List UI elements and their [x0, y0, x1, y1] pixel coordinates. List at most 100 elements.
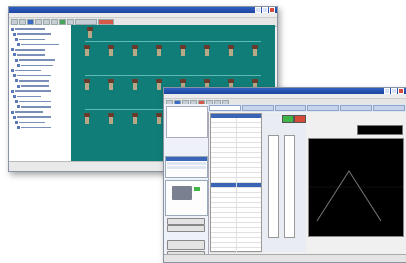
tree-item[interactable]	[11, 84, 71, 88]
tree-item[interactable]	[11, 63, 71, 67]
tab[interactable]	[274, 105, 307, 111]
tree-item-label	[17, 116, 51, 118]
tree-item[interactable]	[11, 69, 71, 73]
tree-item-label	[17, 95, 41, 98]
panel-button[interactable]	[167, 225, 205, 232]
graph-x-axis	[308, 237, 402, 242]
controller-icon[interactable]	[87, 27, 93, 38]
tree-item-label	[21, 106, 51, 108]
tree-node-icon	[15, 120, 18, 124]
tree-node-icon	[15, 79, 18, 83]
device-icon[interactable]	[180, 45, 186, 56]
trend-graph-svg	[309, 170, 403, 222]
tree-item[interactable]	[11, 126, 71, 130]
device-image	[172, 186, 192, 200]
maximize-button[interactable]	[391, 88, 397, 94]
tree-item[interactable]	[11, 53, 71, 57]
tree-item[interactable]	[11, 89, 71, 93]
tree-node-icon	[11, 27, 14, 31]
tree-item-label	[19, 80, 49, 82]
device-icon[interactable]	[132, 45, 138, 56]
tree-item[interactable]	[11, 115, 71, 119]
front-tree[interactable]	[166, 106, 208, 138]
tab[interactable]	[209, 105, 241, 111]
tree-item-label	[19, 100, 51, 103]
tree-item[interactable]	[11, 110, 71, 114]
tree-item-label	[19, 59, 55, 61]
meter-area	[262, 113, 306, 252]
tab[interactable]	[241, 105, 274, 111]
tree-item[interactable]	[11, 37, 71, 41]
tree-item-label	[19, 38, 45, 41]
tree-item[interactable]	[11, 74, 71, 78]
panel-header	[166, 157, 207, 161]
tree-item-label	[15, 69, 41, 72]
device-icon[interactable]	[204, 45, 210, 56]
device-icon[interactable]	[156, 79, 162, 90]
meter-column	[268, 135, 279, 238]
minimize-button[interactable]	[384, 88, 390, 94]
panel-row	[167, 162, 206, 165]
monitor-window-front	[163, 87, 406, 263]
device-icon[interactable]	[156, 45, 162, 56]
tab[interactable]	[373, 105, 405, 111]
graph-readout-display	[357, 125, 403, 135]
panel-button-large[interactable]	[167, 240, 205, 250]
tree-item[interactable]	[11, 100, 71, 104]
close-button[interactable]	[269, 7, 275, 13]
panel-button[interactable]	[167, 218, 205, 225]
tree-item[interactable]	[11, 48, 71, 52]
tree-item-label	[21, 126, 51, 129]
tab[interactable]	[307, 105, 340, 111]
tree-item-label	[15, 48, 45, 51]
tree-item[interactable]	[11, 79, 71, 83]
close-button[interactable]	[398, 88, 404, 94]
device-icon[interactable]	[156, 113, 162, 124]
tree-item-label	[17, 33, 51, 35]
device-tree[interactable]	[9, 25, 74, 161]
device-icon[interactable]	[84, 45, 90, 56]
tree-item-label	[15, 28, 45, 30]
tree-node-icon	[13, 94, 16, 98]
tree-node-icon	[11, 48, 14, 52]
tree-item[interactable]	[11, 94, 71, 98]
status-indicator	[194, 187, 200, 191]
tree-node-icon	[17, 84, 20, 88]
meter-column	[284, 135, 295, 238]
tree-item[interactable]	[11, 32, 71, 36]
tree-node-icon	[13, 115, 16, 119]
tab[interactable]	[340, 105, 373, 111]
front-status-bar	[164, 254, 406, 262]
device-icon[interactable]	[252, 45, 258, 56]
device-icon[interactable]	[132, 113, 138, 124]
tree-item[interactable]	[11, 105, 71, 109]
device-icon[interactable]	[132, 79, 138, 90]
tree-item[interactable]	[11, 43, 71, 47]
tree-item-label	[17, 54, 45, 56]
device-icon[interactable]	[108, 113, 114, 124]
red-status-light	[294, 115, 306, 123]
device-image-panel	[165, 180, 208, 216]
graph-series-line	[316, 170, 382, 222]
tree-node-icon	[17, 126, 20, 130]
tree-item[interactable]	[11, 120, 71, 124]
panel-row	[167, 166, 206, 169]
tree-node-icon	[11, 89, 14, 93]
maximize-button[interactable]	[262, 7, 268, 13]
device-icon[interactable]	[108, 45, 114, 56]
device-icon[interactable]	[84, 79, 90, 90]
tree-item-label	[21, 43, 59, 46]
device-icon[interactable]	[84, 113, 90, 124]
tree-node-icon	[13, 74, 16, 78]
device-icon[interactable]	[108, 79, 114, 90]
tree-item[interactable]	[11, 27, 71, 31]
device-icon[interactable]	[228, 45, 234, 56]
tree-item-label	[21, 64, 53, 67]
tree-item-label	[21, 85, 49, 87]
tree-node-icon	[13, 32, 16, 36]
tree-node-icon	[13, 53, 16, 57]
minimize-button[interactable]	[255, 7, 261, 13]
trend-graph[interactable]	[308, 138, 404, 237]
tree-item[interactable]	[11, 58, 71, 62]
property-table	[210, 113, 262, 258]
